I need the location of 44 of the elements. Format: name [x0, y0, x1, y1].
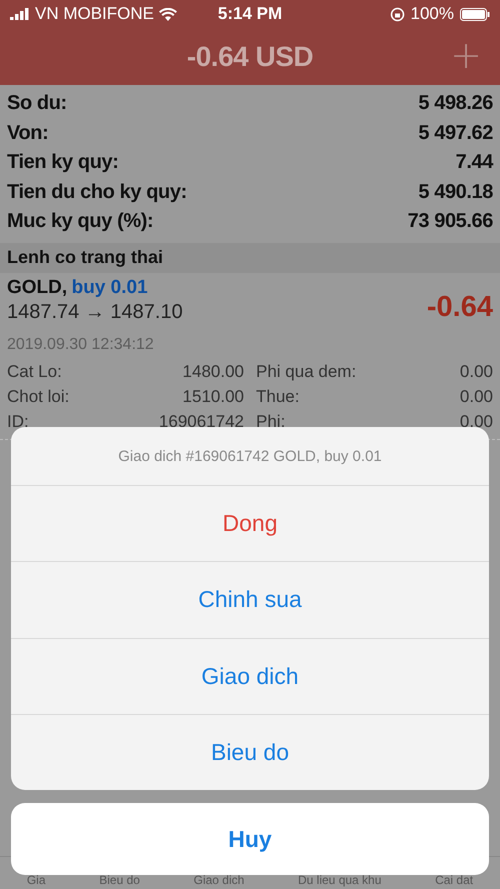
- account-label: Tien du cho ky quy:: [7, 180, 187, 204]
- price-change: 1487.74 → 1487.10: [7, 300, 183, 324]
- rotation-lock-icon: [390, 6, 405, 22]
- tab-item[interactable]: Du lieu qua khu: [298, 873, 382, 887]
- sheet-title: Giao dich #169061742 GOLD, buy 0.01: [11, 427, 489, 486]
- action-button[interactable]: Bieu do: [11, 714, 489, 790]
- account-label: Muc ky quy (%):: [7, 210, 154, 234]
- section-title: Lenh co trang thai: [7, 247, 164, 268]
- account-value: 5 498.26: [418, 92, 493, 116]
- action-button[interactable]: Giao dich: [11, 638, 489, 715]
- detail-label: Cat Lo:: [7, 362, 62, 382]
- detail-label: Thue:: [256, 387, 300, 407]
- detail-label: Phi qua dem:: [256, 362, 356, 382]
- order-time: 2019.09.30 12:34:12: [6, 334, 155, 354]
- signal-icon: [10, 8, 30, 20]
- account-value: 5 490.18: [418, 180, 493, 204]
- profit-title: -0.64 USD: [186, 40, 314, 72]
- wifi-icon: [159, 8, 178, 20]
- detail-value: 1480.00: [182, 362, 244, 382]
- account-label: Von:: [7, 122, 48, 145]
- tab-item[interactable]: Cai dat: [435, 873, 474, 887]
- detail-value: 0.00: [460, 362, 493, 382]
- detail-value: 1510.00: [182, 387, 244, 407]
- tab-item[interactable]: Gia: [26, 873, 46, 887]
- profit-value: -0.64: [426, 290, 493, 324]
- account-label: So du:: [7, 92, 67, 116]
- symbol-label: GOLD,: [7, 276, 68, 298]
- detail-value: 0.00: [460, 387, 493, 407]
- account-value: 73 905.66: [408, 210, 493, 234]
- battery-percent: 100%: [410, 4, 454, 24]
- action-button[interactable]: Dong: [11, 486, 489, 562]
- detail-label: Chot loi:: [7, 387, 70, 407]
- clock-time: 5:14 PM: [218, 4, 282, 24]
- carrier-name: VN MOBIFONE: [35, 4, 154, 24]
- order-side: buy 0.01: [72, 276, 148, 298]
- account-value: 5 497.62: [418, 122, 493, 145]
- tab-item[interactable]: Bieu do: [99, 873, 140, 887]
- account-label: Tien ky quy:: [7, 151, 119, 174]
- tab-item[interactable]: Giao dich: [194, 873, 244, 887]
- cancel-button[interactable]: Huy: [11, 803, 489, 875]
- battery-icon: [460, 8, 490, 20]
- action-button[interactable]: Chinh sua: [11, 562, 489, 638]
- add-button[interactable]: +: [450, 36, 482, 74]
- account-value: 7.44: [456, 151, 493, 174]
